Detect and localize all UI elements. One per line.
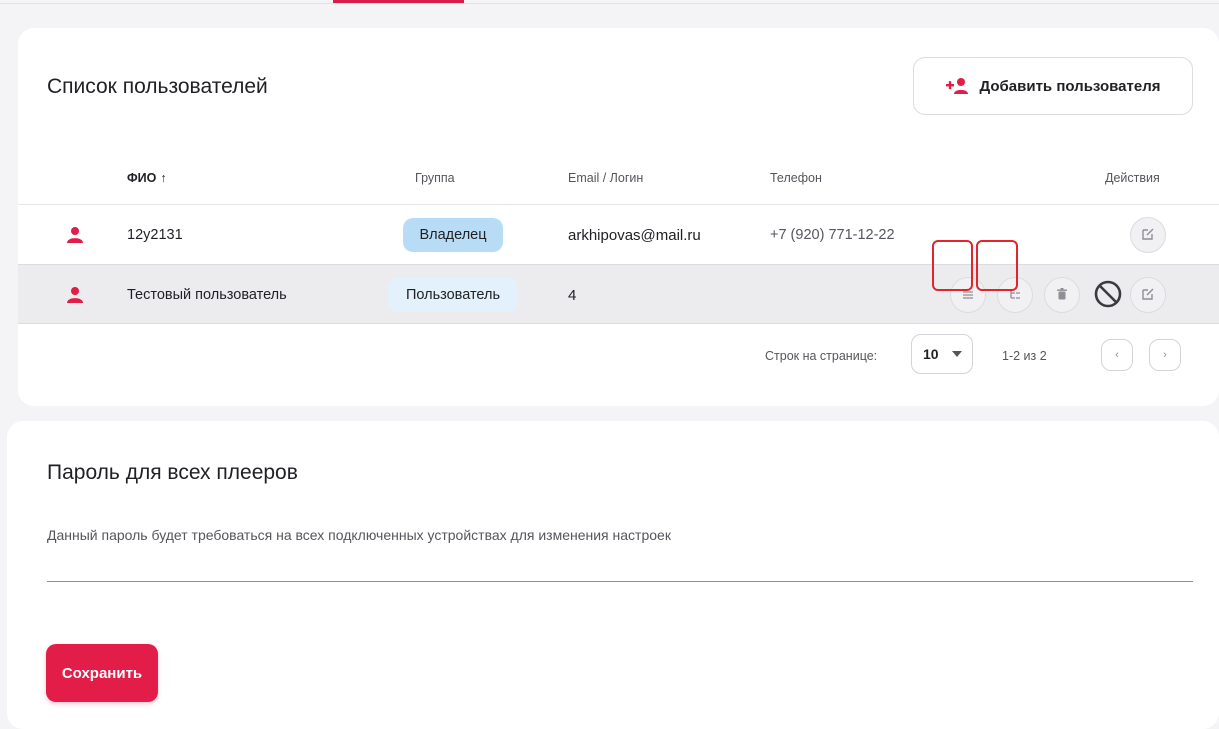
block-icon: [1093, 279, 1123, 312]
table-row: Тестовый пользователь Пользователь 4: [18, 264, 1219, 324]
user-email: 4: [568, 286, 577, 304]
edit-icon: [1141, 227, 1155, 244]
column-header-name[interactable]: ФИО ↑: [127, 171, 167, 185]
next-page-button[interactable]: ›: [1149, 339, 1181, 371]
password-description: Данный пароль будет требоваться на всех …: [47, 527, 671, 543]
edit-user-button[interactable]: [1130, 217, 1166, 253]
sort-arrow-up-icon: ↑: [160, 171, 167, 185]
top-tabs-divider: [0, 0, 1219, 4]
chevron-left-icon: ‹: [1115, 349, 1119, 361]
trash-icon: [1057, 287, 1067, 303]
rows-per-page-select[interactable]: 10: [911, 334, 973, 374]
user-name: 12y2131: [127, 227, 183, 243]
password-card: Пароль для всех плееров Данный пароль бу…: [7, 421, 1219, 729]
column-header-email: Email / Логин: [568, 171, 644, 185]
annotation-highlight-list: [932, 240, 973, 291]
group-badge-owner: Владелец: [403, 218, 503, 252]
rows-per-page-label: Строк на странице:: [765, 349, 878, 363]
add-user-button[interactable]: Добавить пользователя: [913, 57, 1193, 115]
column-header-actions: Действия: [1105, 171, 1160, 185]
add-user-button-label: Добавить пользователя: [979, 77, 1161, 95]
user-name: Тестовый пользователь: [127, 287, 287, 303]
group-cell: Пользователь: [368, 265, 538, 325]
group-badge-user: Пользователь: [387, 278, 519, 312]
column-header-group: Группа: [415, 171, 455, 185]
edit-icon: [1141, 287, 1155, 304]
block-user-button[interactable]: [1088, 275, 1128, 315]
active-tab-indicator: [333, 0, 464, 3]
caret-down-icon: [952, 351, 962, 357]
users-card: Список пользователей Добавить пользовате…: [18, 28, 1219, 406]
group-cell: Владелец: [368, 205, 538, 265]
person-add-icon: [945, 77, 970, 95]
edit-user-button[interactable]: [1130, 277, 1166, 313]
user-email: arkhipovas@mail.ru: [568, 226, 701, 244]
users-section-title: Список пользователей: [47, 75, 268, 98]
password-input[interactable]: [47, 546, 1193, 582]
pagination-range: 1-2 из 2: [1002, 349, 1047, 363]
rows-per-page-value: 10: [923, 346, 939, 362]
column-header-phone: Телефон: [770, 171, 822, 185]
user-phone: +7 (920) 771-12-22: [770, 227, 895, 243]
previous-page-button[interactable]: ‹: [1101, 339, 1133, 371]
annotation-highlight-tree: [976, 240, 1018, 291]
delete-user-button[interactable]: [1044, 277, 1080, 313]
table-row: 12y2131 Владелец arkhipovas@mail.ru +7 (…: [18, 204, 1219, 264]
save-button[interactable]: Сохранить: [46, 644, 158, 702]
chevron-right-icon: ›: [1163, 349, 1167, 361]
person-icon: [66, 265, 84, 325]
person-icon: [66, 205, 84, 265]
password-section-title: Пароль для всех плееров: [47, 461, 298, 484]
